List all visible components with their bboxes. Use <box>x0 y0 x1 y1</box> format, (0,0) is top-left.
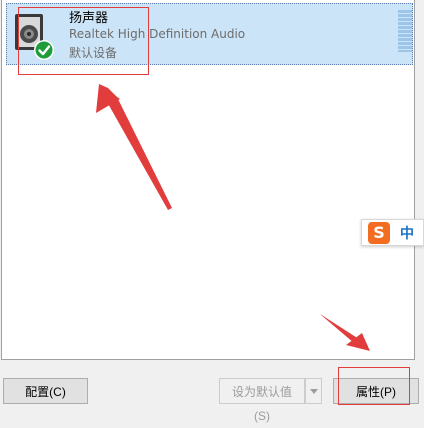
configure-button[interactable]: 配置(C) <box>3 378 88 404</box>
annotation-box-device <box>18 7 149 75</box>
playback-device-list[interactable]: 扬声器 Realtek High Definition Audio 默认设备 <box>1 0 415 360</box>
ime-logo-icon: S <box>368 222 390 244</box>
volume-level-meter <box>398 10 412 52</box>
chevron-down-icon <box>310 389 318 394</box>
set-default-dropdown[interactable] <box>305 378 322 404</box>
ime-mode: 中 <box>400 226 414 242</box>
set-default-button[interactable]: 设为默认值(S) <box>219 378 305 423</box>
annotation-box-properties <box>338 367 410 405</box>
ime-indicator[interactable]: S 中 <box>361 219 424 246</box>
